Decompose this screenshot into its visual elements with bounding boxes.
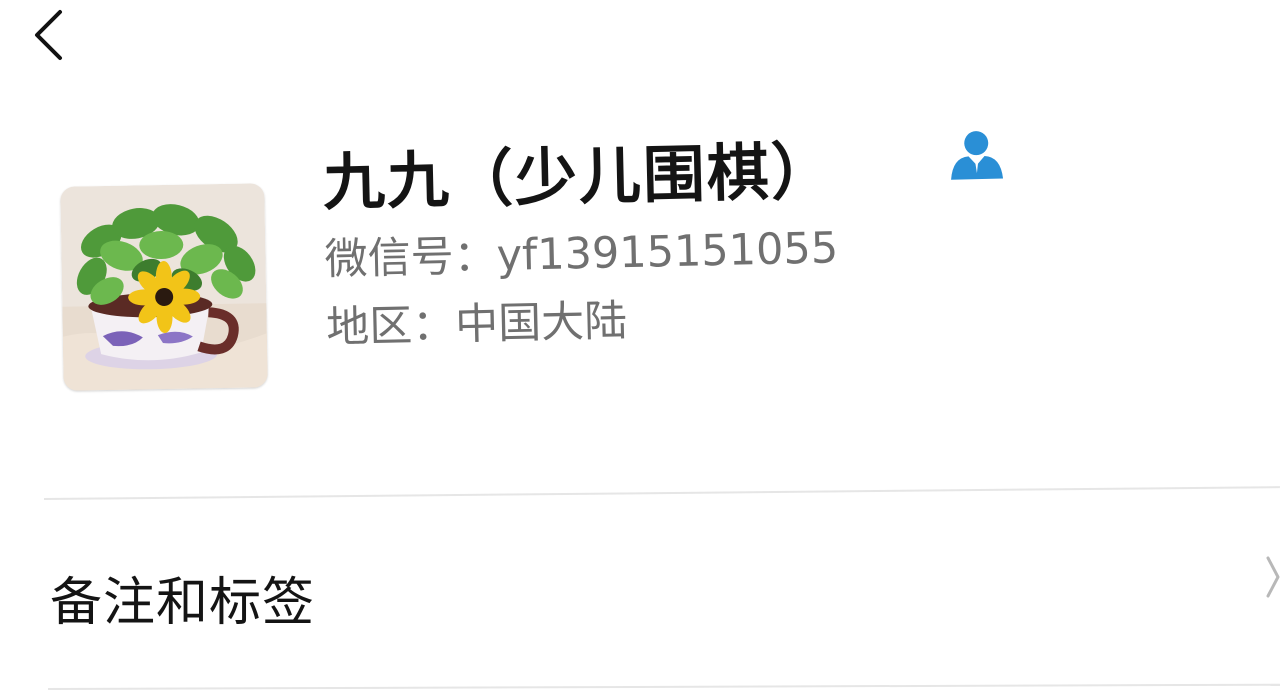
region-value: 中国大陆	[454, 296, 628, 351]
region-label: 地区：	[325, 300, 456, 353]
row-divider	[47, 683, 1280, 690]
region-line: 地区：中国大陆	[325, 282, 840, 362]
potted-plant-photo	[60, 183, 268, 391]
avatar[interactable]	[60, 183, 268, 391]
nickname: 九九（少儿围棋）	[322, 134, 836, 219]
chevron-right-icon	[1266, 556, 1280, 598]
remarks-and-tags-label: 备注和标签	[50, 573, 316, 633]
wechat-id-value: yf13915151055	[496, 223, 839, 282]
section-divider	[43, 486, 1280, 500]
contact-profile-screen: 九九（少儿围棋） 微信号：yf13915151055 地区：中国大陆 备注和标签	[0, 0, 1280, 695]
chevron-left-icon	[35, 10, 62, 60]
person-icon[interactable]	[948, 129, 1005, 182]
back-button[interactable]	[26, 6, 78, 62]
wechat-id-label: 微信号：	[324, 231, 498, 285]
wechat-id-line: 微信号：yf13915151055	[324, 214, 839, 294]
remarks-and-tags-row[interactable]: 备注和标签	[48, 512, 1280, 682]
profile-info: 九九（少儿围棋） 微信号：yf13915151055 地区：中国大陆	[322, 128, 1004, 362]
